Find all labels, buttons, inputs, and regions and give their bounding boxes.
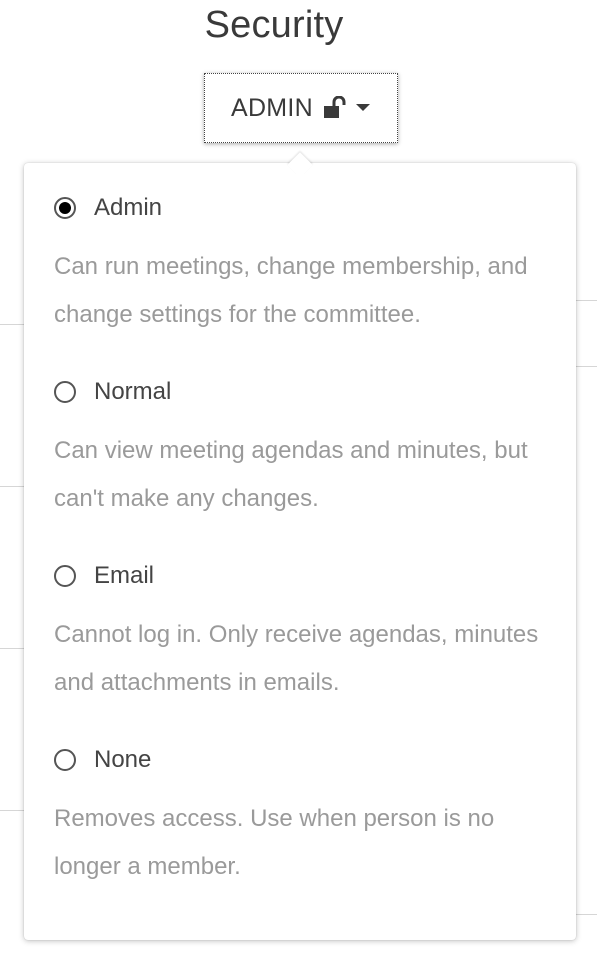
radio-selected-dot: [59, 202, 71, 214]
option-email-row[interactable]: Email: [54, 561, 554, 591]
option-email-label: Email: [94, 562, 155, 589]
option-normal: Normal Can view meeting agendas and minu…: [54, 377, 554, 523]
radio-email[interactable]: [54, 565, 76, 587]
option-normal-row[interactable]: Normal: [54, 377, 554, 407]
option-email: Email Cannot log in. Only receive agenda…: [54, 561, 554, 707]
radio-normal[interactable]: [54, 381, 76, 403]
option-admin: Admin Can run meetings, change membershi…: [54, 193, 554, 339]
radio-none[interactable]: [54, 749, 76, 771]
background-divider: [576, 366, 597, 367]
option-admin-description: Can run meetings, change membership, and…: [54, 253, 528, 328]
access-level-popover: Admin Can run meetings, change membershi…: [24, 163, 576, 940]
option-none-label: None: [94, 746, 152, 773]
background-divider: [0, 324, 24, 325]
option-admin-label: Admin: [94, 194, 163, 221]
option-normal-description: Can view meeting agendas and minutes, bu…: [54, 437, 528, 512]
background-divider: [576, 914, 597, 915]
caret-down-icon: [355, 103, 371, 113]
option-normal-label: Normal: [94, 378, 172, 405]
option-none-description: Removes access. Use when person is no lo…: [54, 805, 495, 880]
background-divider: [0, 810, 24, 811]
background-divider: [576, 300, 597, 301]
page-title: Security: [204, 4, 344, 46]
background-divider: [0, 648, 24, 649]
background-divider: [0, 486, 24, 487]
option-email-description: Cannot log in. Only receive agendas, min…: [54, 621, 539, 696]
access-level-label: ADMIN: [230, 93, 314, 122]
option-admin-row[interactable]: Admin: [54, 193, 554, 223]
access-level-dropdown-button[interactable]: ADMIN: [204, 73, 398, 143]
option-none: None Removes access. Use when person is …: [54, 745, 554, 891]
unlocked-padlock-icon: [323, 96, 349, 120]
option-none-row[interactable]: None: [54, 745, 554, 775]
radio-admin[interactable]: [54, 197, 76, 219]
popover-arrow: [286, 146, 314, 174]
